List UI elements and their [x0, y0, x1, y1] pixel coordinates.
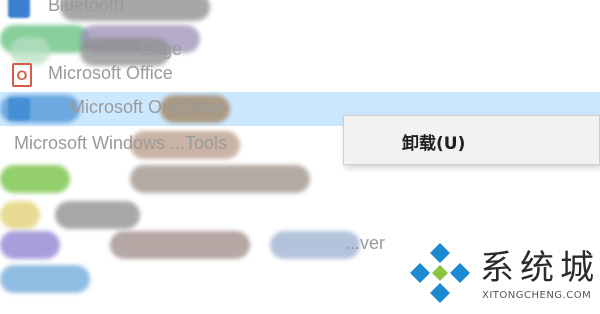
watermark-subtitle: XITONGCHENG.COM	[482, 290, 592, 301]
blur-smudge	[55, 201, 140, 229]
blur-smudge	[0, 165, 70, 193]
xitongcheng-logo-icon	[410, 243, 470, 303]
blur-smudge	[0, 95, 80, 123]
blur-smudge	[0, 265, 90, 293]
app-list-item[interactable]	[0, 162, 600, 196]
app-list-item[interactable]: Bluetooth	[0, 0, 600, 24]
uninstall-label: 卸载(U)	[402, 134, 466, 154]
blur-smudge	[130, 165, 310, 193]
blur-smudge	[0, 231, 60, 259]
blur-smudge	[0, 201, 40, 229]
app-label: Microsoft Windows ...Tools	[14, 133, 228, 153]
app-list-item[interactable]	[0, 198, 600, 232]
blur-smudge	[110, 231, 250, 259]
context-menu: 卸载(U)	[343, 115, 600, 165]
app-label: ...ver	[345, 233, 386, 253]
watermark-title: 系统城	[480, 248, 600, 288]
uninstall-menu-item[interactable]: 卸载(U)	[344, 116, 599, 164]
app-list-item[interactable]: O Microsoft Office	[0, 58, 600, 92]
app-label: Microsoft OneDrive	[70, 97, 225, 117]
office-icon: O	[12, 63, 32, 87]
app-icon	[8, 0, 30, 18]
watermark: 系统城 XITONGCHENG.COM	[404, 234, 600, 314]
app-label: Bluetooth	[48, 0, 125, 15]
app-label: Microsoft Office	[48, 63, 173, 83]
app-label: Edge	[140, 39, 183, 59]
